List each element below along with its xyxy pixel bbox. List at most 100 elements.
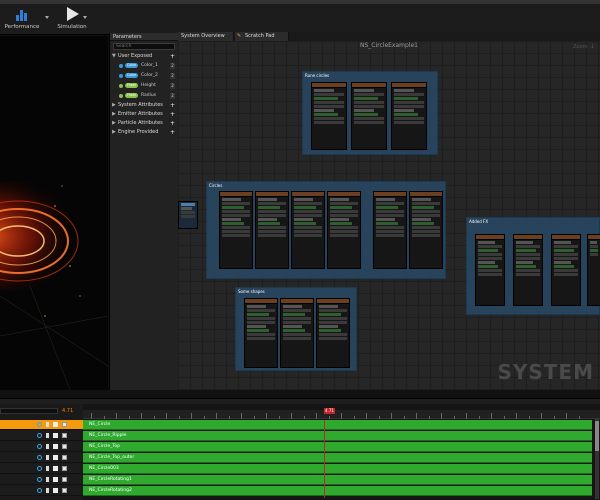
emitter-track-bar[interactable]: NE_CircleRotating2	[83, 486, 592, 496]
emitter-node[interactable]	[291, 191, 325, 269]
time-ruler[interactable]	[83, 410, 600, 419]
isolate-icon[interactable]	[53, 488, 58, 493]
isolate-icon[interactable]	[53, 444, 58, 449]
info-icon[interactable]	[37, 455, 42, 460]
enabled-checkbox-icon[interactable]	[62, 422, 67, 427]
timeline-track[interactable]: NE_Circle003	[0, 464, 600, 475]
emitter-node[interactable]	[551, 234, 581, 306]
timeline-track[interactable]: NE_Circle_Top_outer	[0, 453, 600, 464]
add-parameter-icon[interactable]: +	[170, 119, 175, 128]
emitter-track-bar[interactable]: NE_Circle003	[83, 464, 592, 474]
section-user-exposed[interactable]: ▼ User Exposed +	[110, 52, 178, 61]
parameter-name[interactable]: Color_2	[141, 71, 158, 81]
emitter-node[interactable]	[316, 298, 350, 368]
track-header[interactable]	[0, 442, 83, 452]
track-header[interactable]	[0, 486, 83, 496]
pin-icon[interactable]	[46, 444, 49, 449]
info-icon[interactable]	[37, 422, 42, 427]
pin-icon[interactable]	[46, 422, 49, 427]
tab-scratch-pad[interactable]: ✎ Scratch Pad	[235, 32, 289, 41]
emitter-node[interactable]	[587, 234, 600, 306]
parameter-section[interactable]: ▶ Particle Attributes +	[110, 119, 178, 128]
parameter-section[interactable]: ▶ Engine Provided +	[110, 128, 178, 137]
parameter-value[interactable]: 2	[170, 93, 175, 99]
add-parameter-icon[interactable]: +	[170, 101, 175, 110]
parameter-value[interactable]: 2	[170, 83, 175, 89]
isolate-icon[interactable]	[53, 455, 58, 460]
comment-box-circles[interactable]: Circles	[206, 181, 446, 279]
emitter-node[interactable]	[311, 82, 347, 150]
system-node[interactable]	[178, 201, 198, 229]
emitter-node[interactable]	[327, 191, 361, 269]
add-parameter-icon[interactable]: +	[170, 110, 175, 119]
performance-dropdown-icon[interactable]	[45, 16, 49, 19]
parameter-value[interactable]: 2	[170, 73, 175, 79]
isolate-icon[interactable]	[53, 477, 58, 482]
emitter-node[interactable]	[280, 298, 314, 368]
simulation-dropdown-icon[interactable]	[83, 16, 87, 19]
parameter-name[interactable]: Height	[141, 81, 156, 91]
emitter-node[interactable]	[351, 82, 387, 150]
timeline-track[interactable]: NE_CircleRotating2	[0, 486, 600, 497]
pin-icon[interactable]	[46, 466, 49, 471]
tab-system-overview[interactable]: System Overview	[178, 32, 234, 41]
isolate-icon[interactable]	[53, 422, 58, 427]
parameter-section[interactable]: ▶ System Attributes +	[110, 101, 178, 110]
pin-icon[interactable]	[46, 488, 49, 493]
info-icon[interactable]	[37, 433, 42, 438]
enabled-checkbox-icon[interactable]	[62, 455, 67, 460]
emitter-node[interactable]	[475, 234, 505, 306]
timeline-track[interactable]: NE_Circle_Ripple	[0, 431, 600, 442]
pin-icon[interactable]	[46, 477, 49, 482]
enabled-checkbox-icon[interactable]	[62, 444, 67, 449]
emitter-track-bar[interactable]: NE_CircleRotating1	[83, 475, 592, 485]
comment-box-some-shapes[interactable]: Some shapes	[235, 287, 357, 371]
emitter-track-bar[interactable]: NE_Circle_Ripple	[83, 431, 592, 441]
parameters-tab[interactable]: Parameters	[110, 33, 178, 41]
emitter-track-bar[interactable]: NE_Circle_Top_outer	[83, 453, 592, 463]
track-header[interactable]	[0, 431, 83, 441]
pin-icon[interactable]	[46, 433, 49, 438]
track-header[interactable]	[0, 475, 83, 485]
timeline-track[interactable]: NE_Circle_Top	[0, 442, 600, 453]
isolate-icon[interactable]	[53, 433, 58, 438]
parameters-search-input[interactable]: Search	[113, 43, 175, 50]
parameter-name[interactable]: Color_1	[141, 61, 158, 71]
parameter-section[interactable]: ▶ Emitter Attributes +	[110, 110, 178, 119]
emitter-node[interactable]	[219, 191, 253, 269]
track-search-input[interactable]	[0, 408, 58, 414]
emitter-track-bar[interactable]: NE_Circle_Top	[83, 442, 592, 452]
scrollbar-thumb[interactable]	[595, 421, 599, 451]
emitter-node[interactable]	[244, 298, 278, 368]
comment-box-added-fx[interactable]: Added FX	[466, 217, 600, 315]
track-header[interactable]	[0, 453, 83, 463]
emitter-track-bar[interactable]: NE_Circle	[83, 420, 592, 430]
timeline-scrollbar[interactable]	[595, 419, 599, 499]
emitter-node[interactable]	[409, 191, 443, 269]
track-header[interactable]	[0, 464, 83, 474]
enabled-checkbox-icon[interactable]	[62, 466, 67, 471]
parameter-name[interactable]: Radius	[141, 91, 156, 101]
playhead-marker[interactable]: 4.71	[324, 408, 335, 414]
emitter-node[interactable]	[373, 191, 407, 269]
info-icon[interactable]	[37, 477, 42, 482]
enabled-checkbox-icon[interactable]	[62, 488, 67, 493]
comment-box-rune-circles[interactable]: Rune circles	[302, 71, 438, 155]
info-icon[interactable]	[37, 466, 42, 471]
info-icon[interactable]	[37, 444, 42, 449]
preview-viewport[interactable]	[0, 36, 108, 390]
timeline-track[interactable]: NE_Circle	[0, 420, 600, 431]
pin-icon[interactable]	[46, 455, 49, 460]
performance-button[interactable]: Performance	[0, 6, 44, 34]
system-overview-graph[interactable]: NS_CircleExample1 Zoom -1 Rune circles C…	[178, 41, 600, 390]
enabled-checkbox-icon[interactable]	[62, 477, 67, 482]
isolate-icon[interactable]	[53, 466, 58, 471]
parameter-value[interactable]: 2	[170, 63, 175, 69]
emitter-node[interactable]	[513, 234, 543, 306]
emitter-node[interactable]	[391, 82, 427, 150]
emitter-node[interactable]	[255, 191, 289, 269]
parameter-row[interactable]: Color Color_2 2	[110, 71, 178, 81]
track-header[interactable]	[0, 420, 83, 430]
enabled-checkbox-icon[interactable]	[62, 433, 67, 438]
parameter-row[interactable]: Float Height 2	[110, 81, 178, 91]
